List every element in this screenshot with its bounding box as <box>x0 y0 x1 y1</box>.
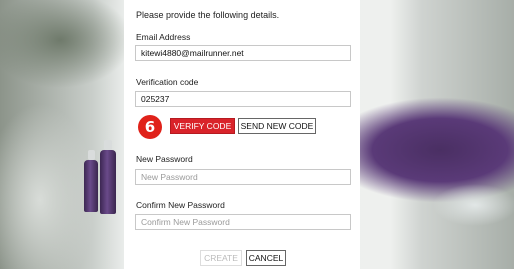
email-label: Email Address <box>136 32 191 42</box>
confirm-password-label: Confirm New Password <box>136 200 225 210</box>
verification-code-label: Verification code <box>136 77 199 87</box>
cancel-button[interactable]: CANCEL <box>246 250 286 266</box>
send-new-code-button[interactable]: SEND NEW CODE <box>238 118 316 134</box>
email-field[interactable] <box>135 45 351 61</box>
new-password-label: New Password <box>136 154 193 164</box>
create-button[interactable]: CREATE <box>200 250 242 266</box>
intro-text: Please provide the following details. <box>136 10 280 20</box>
background-bottle <box>100 140 116 214</box>
verify-code-button[interactable]: VERIFY CODE <box>170 118 235 134</box>
background-bottle <box>84 150 98 212</box>
verification-code-field[interactable] <box>135 91 351 107</box>
step-number-badge: 6 <box>138 115 162 139</box>
confirm-password-field[interactable] <box>135 214 351 230</box>
new-password-field[interactable] <box>135 169 351 185</box>
